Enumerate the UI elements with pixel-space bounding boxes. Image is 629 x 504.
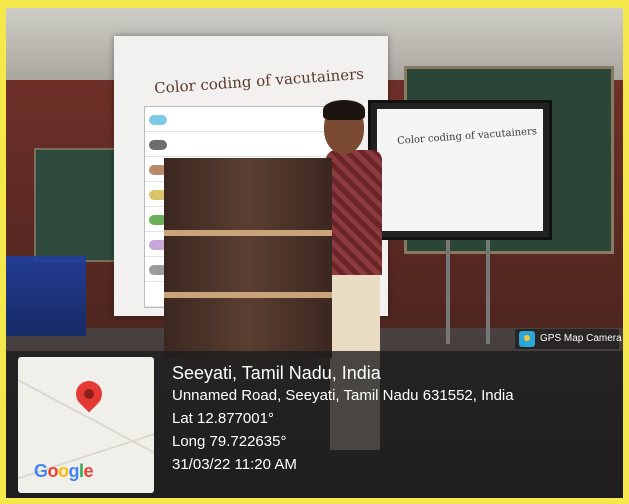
location-info: Seeyati, Tamil Nadu, India Unnamed Road,… bbox=[172, 362, 514, 476]
podium-trim bbox=[164, 230, 332, 236]
monitor-screen: Color coding of vacutainers bbox=[377, 109, 543, 231]
map-pin-dot bbox=[84, 389, 94, 399]
podium bbox=[164, 158, 332, 358]
map-thumbnail: Google bbox=[18, 357, 154, 493]
left-board bbox=[34, 148, 120, 262]
photo-frame: Color coding of vacutainers Color coding… bbox=[6, 8, 623, 498]
address: Unnamed Road, Seeyati, Tamil Nadu 631552… bbox=[172, 387, 514, 404]
podium-trim bbox=[164, 292, 332, 298]
camera-pin-icon bbox=[519, 331, 535, 347]
monitor-slide-title: Color coding of vacutainers bbox=[396, 126, 538, 147]
longitude: Long 79.722635° bbox=[172, 433, 287, 450]
badge-label: GPS Map Camera bbox=[540, 333, 622, 344]
slide-title: Color coding of vacutainers bbox=[153, 64, 365, 98]
gps-camera-badge: GPS Map Camera bbox=[515, 329, 622, 349]
presenter-shirt bbox=[326, 150, 382, 275]
place-name: Seeyati, Tamil Nadu, India bbox=[172, 363, 381, 383]
google-logo: Google bbox=[34, 461, 94, 481]
monitor-stand bbox=[446, 234, 450, 344]
timestamp: 31/03/22 11:20 AM bbox=[172, 456, 297, 473]
latitude: Lat 12.877001° bbox=[172, 410, 274, 427]
chairs bbox=[6, 256, 86, 336]
presenter-hair bbox=[323, 100, 365, 120]
display-monitor: Color coding of vacutainers bbox=[368, 100, 552, 240]
monitor-stand bbox=[486, 234, 490, 344]
